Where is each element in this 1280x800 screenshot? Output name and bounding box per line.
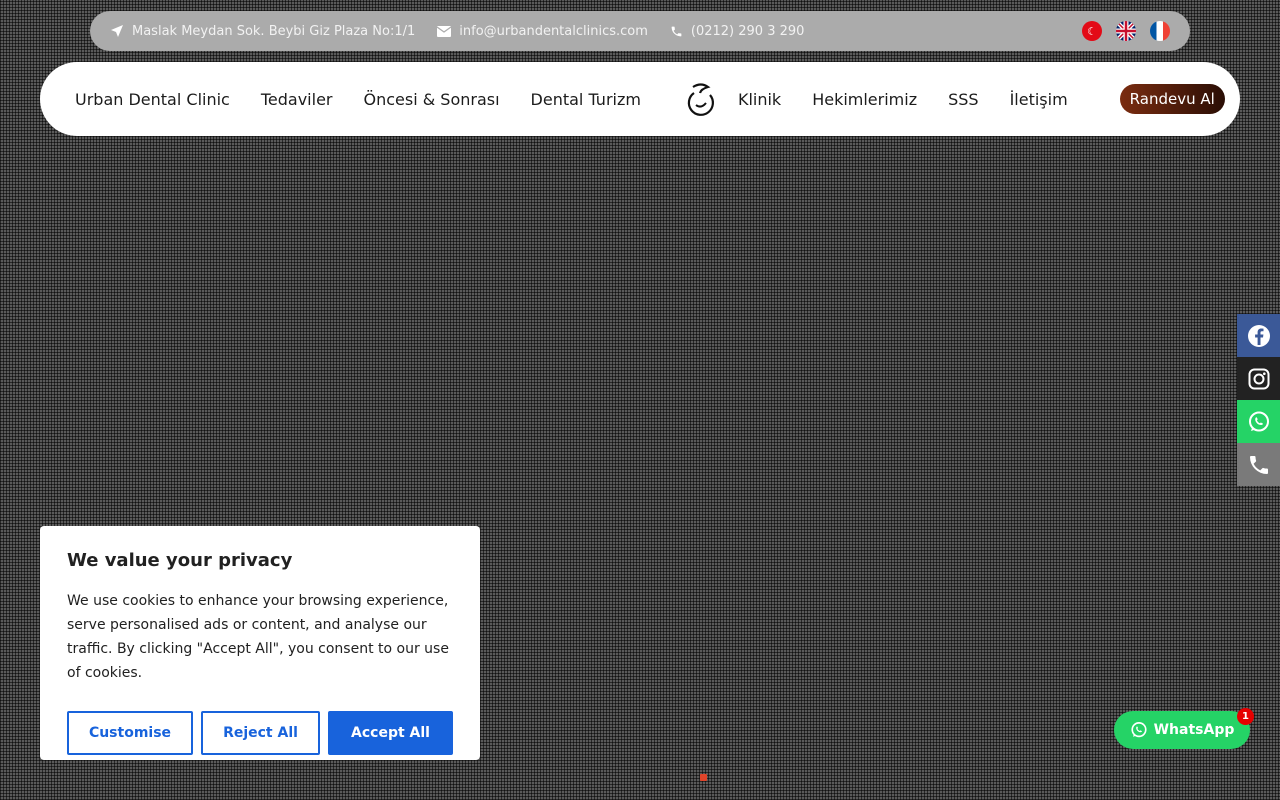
language-switcher: ☾ [1082, 21, 1170, 41]
nav-klinik[interactable]: Klinik [738, 90, 781, 109]
nav-hekimlerimiz[interactable]: Hekimlerimiz [812, 90, 917, 109]
instagram-icon[interactable] [1237, 357, 1280, 400]
envelope-icon [437, 25, 452, 37]
email-text: info@urbandentalclinics.com [459, 23, 648, 39]
phone-call-icon[interactable] [1237, 443, 1280, 486]
nav-tedaviler[interactable]: Tedaviler [261, 90, 333, 109]
main-navigation: Urban Dental Clinic Tedaviler Öncesi & S… [40, 62, 1240, 136]
whatsapp-icon [1131, 722, 1147, 738]
nav-dental-turizm[interactable]: Dental Turizm [531, 90, 641, 109]
nav-sss[interactable]: SSS [948, 90, 978, 109]
cookie-title: We value your privacy [67, 550, 293, 571]
appointment-button[interactable]: Randevu Al [1119, 84, 1225, 114]
phone-icon [671, 26, 682, 36]
facebook-icon[interactable] [1237, 314, 1280, 357]
cookie-consent-banner: We value your privacy We use cookies to … [40, 526, 480, 760]
whatsapp-icon[interactable] [1237, 400, 1280, 443]
turkish-flag-icon[interactable]: ☾ [1082, 21, 1102, 41]
nav-oncesi-sonrasi[interactable]: Öncesi & Sonrası [363, 90, 499, 109]
logo-icon[interactable] [686, 81, 716, 117]
reject-all-button[interactable]: Reject All [201, 711, 320, 755]
english-flag-icon[interactable] [1116, 21, 1136, 41]
top-info-bar: Maslak Meydan Sok. Beybi Giz Plaza No:1/… [90, 11, 1190, 51]
cookie-text: We use cookies to enhance your browsing … [67, 593, 449, 681]
french-flag-icon[interactable] [1150, 21, 1170, 41]
cookie-buttons: Customise Reject All Accept All [67, 711, 453, 755]
whatsapp-chat-button[interactable]: WhatsApp 1 [1114, 708, 1254, 749]
address-item[interactable]: Maslak Meydan Sok. Beybi Giz Plaza No:1/… [110, 24, 415, 39]
accept-all-button[interactable]: Accept All [328, 711, 453, 755]
slider-indicator[interactable] [700, 774, 707, 781]
nav-iletisim[interactable]: İletişim [1010, 90, 1068, 109]
location-arrow-icon [111, 25, 123, 37]
address-text: Maslak Meydan Sok. Beybi Giz Plaza No:1/… [132, 23, 416, 39]
phone-item[interactable]: (0212) 290 3 290 [670, 23, 805, 39]
email-item[interactable]: info@urbandentalclinics.com [437, 24, 648, 39]
social-sidebar [1237, 314, 1280, 486]
notification-badge: 1 [1237, 708, 1254, 725]
customise-button[interactable]: Customise [67, 711, 193, 755]
nav-urban-dental-clinic[interactable]: Urban Dental Clinic [75, 90, 230, 109]
phone-text: (0212) 290 3 290 [690, 23, 805, 39]
whatsapp-label: WhatsApp [1153, 722, 1235, 738]
